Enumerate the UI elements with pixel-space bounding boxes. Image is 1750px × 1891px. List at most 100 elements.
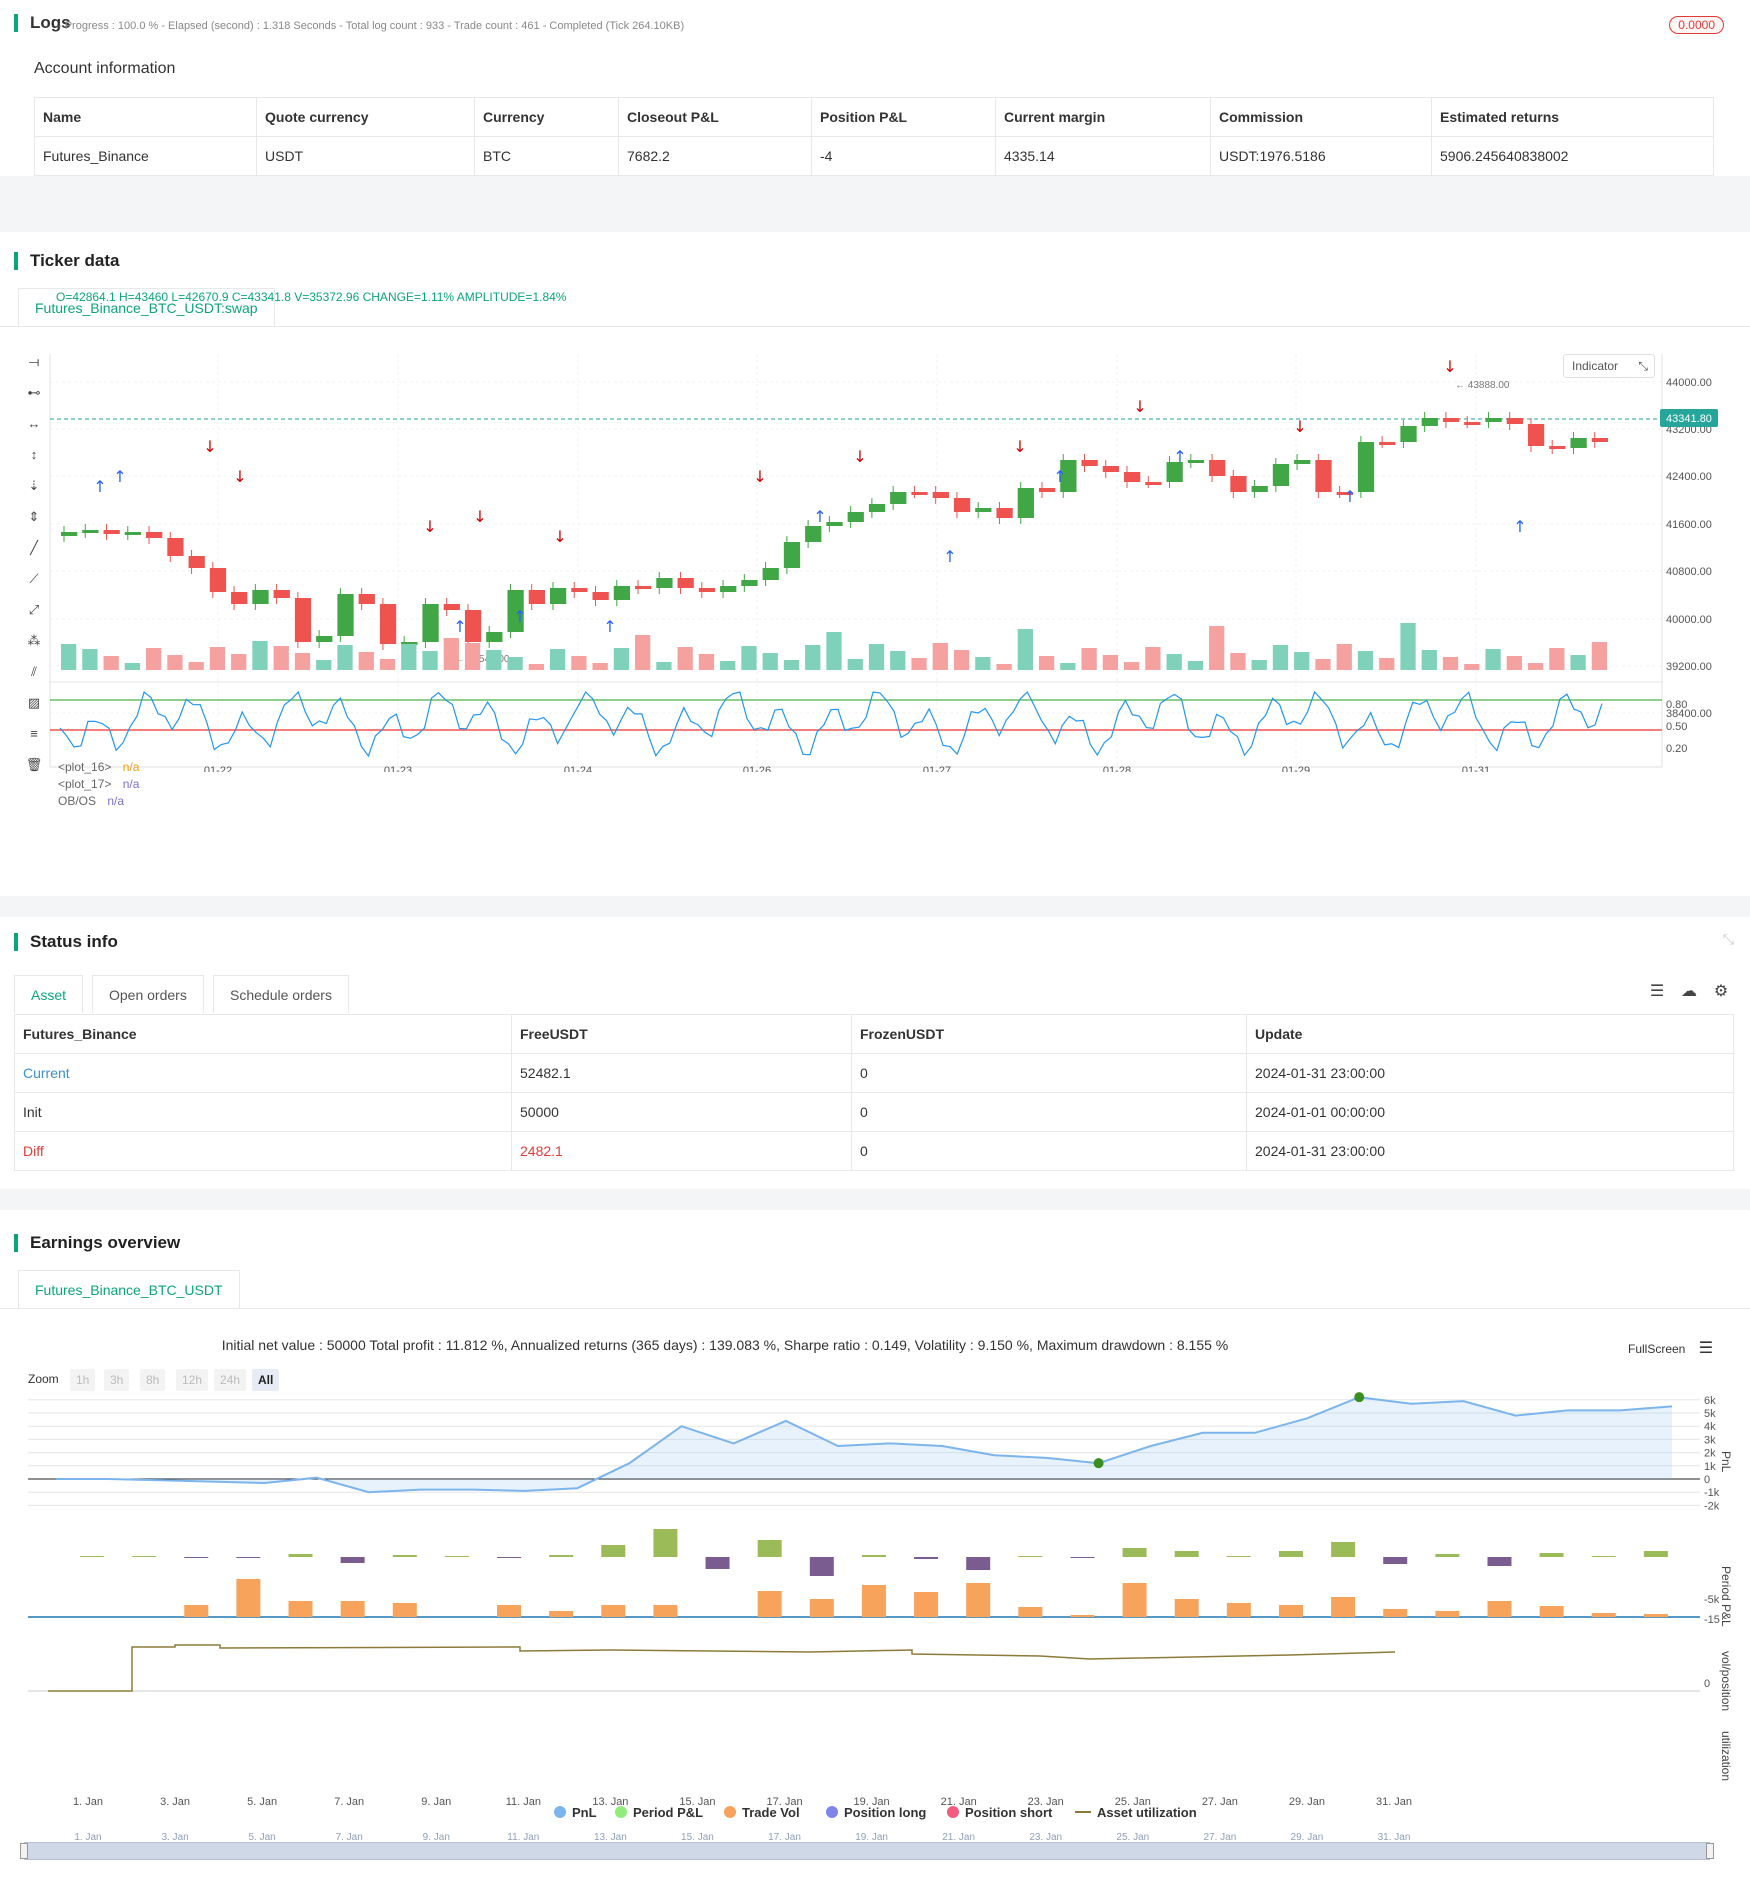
navigator[interactable] [24, 1842, 1710, 1860]
price-tick-label: 40000.00 [1666, 614, 1712, 626]
volume-bar [1145, 647, 1161, 670]
cloud-download-icon[interactable]: ☁ [1678, 980, 1700, 1002]
candle-body [762, 568, 779, 580]
period-pnl-bar [184, 1557, 209, 1558]
legend-trade-vol[interactable]: Trade Vol [724, 1805, 800, 1820]
zoom-24h-button[interactable]: 24h [214, 1369, 247, 1391]
period-pnl-bar [1435, 1554, 1460, 1557]
candle-body [252, 590, 269, 604]
col-header: Update [1246, 1014, 1734, 1054]
volume-bar [953, 650, 970, 670]
volume-bar [1081, 648, 1097, 670]
navigator-handle-right[interactable] [1706, 1843, 1714, 1859]
legend-position-long[interactable]: Position long [826, 1805, 926, 1820]
legend-dot [615, 1806, 627, 1818]
col-header: Estimated returns [1431, 97, 1714, 137]
candle-body [1570, 438, 1587, 448]
col-header: Commission [1210, 97, 1432, 137]
zoom-8h-button[interactable]: 8h [140, 1369, 166, 1391]
zoom-all-button[interactable]: All [252, 1369, 280, 1391]
trade-vol-bar [549, 1611, 574, 1617]
time-tick-label: 01-22 [204, 765, 232, 772]
volume-bar [911, 658, 927, 670]
col-header: Name [34, 97, 257, 137]
legend-asset-utilization[interactable]: Asset utilization [1075, 1805, 1197, 1820]
candle-body [486, 632, 503, 642]
zoom-label: Zoom [28, 1372, 59, 1386]
zoom-3h-button[interactable]: 3h [104, 1369, 130, 1391]
osc-tick-label: 0.80 [1666, 699, 1687, 711]
table-cell: 2482.1 [511, 1131, 852, 1171]
list-icon[interactable]: ☰ [1646, 980, 1668, 1002]
period-pnl-bar [392, 1555, 417, 1557]
period-pnl-bar [809, 1557, 834, 1576]
volume-bar [762, 653, 778, 670]
navigator-handle-left[interactable] [20, 1843, 28, 1859]
table-cell: 50000 [511, 1092, 852, 1132]
price-tick-label: 42400.00 [1666, 471, 1712, 483]
volume-bar [847, 659, 863, 670]
volume-bar [124, 663, 141, 670]
table-cell: Diff [14, 1131, 512, 1171]
trade-vol-bar [861, 1585, 886, 1617]
logs-card: Logs - Progress : 100.0 % - Elapsed (sec… [0, 0, 1750, 176]
candle-body [1145, 482, 1162, 485]
candle-body [1272, 464, 1290, 486]
candle-body [1400, 426, 1417, 442]
volume-bar [528, 664, 544, 670]
period-pnl-bar [757, 1540, 782, 1557]
zoom-1h-button[interactable]: 1h [70, 1369, 96, 1391]
price-tick-label: 44000.00 [1666, 377, 1712, 389]
ticker-chart[interactable]: 44000.0043200.0042400.0041600.0040800.00… [0, 342, 1750, 772]
table-row: Diff 2482.1 0 2024-01-31 23:00:00 [14, 1131, 1734, 1171]
candle-body [1038, 488, 1056, 492]
collapse-icon[interactable]: ⤡ [1723, 931, 1734, 948]
volume-bar [1209, 626, 1225, 670]
candle-body [188, 556, 205, 568]
short-arrow-icon: ↓ [233, 467, 246, 486]
col-header: FrozenUSDT [851, 1014, 1247, 1054]
low-marker-label: ← 38545.00 [455, 654, 510, 665]
candle-body [890, 492, 907, 504]
tab-underline [0, 326, 1750, 327]
vol-tick-label: -15 [1704, 1614, 1720, 1626]
volume-bar [1527, 663, 1544, 670]
candle-body [1102, 466, 1120, 472]
settings-gear-icon[interactable]: ⚙ [1710, 980, 1732, 1002]
volume-bar [868, 644, 885, 670]
volume-bar [1549, 648, 1565, 670]
volume-bar [1272, 645, 1289, 670]
high-marker-label: ← 43888.00 [1455, 380, 1510, 391]
period-pnl-bar [1643, 1551, 1668, 1557]
volume-bar [294, 653, 311, 670]
volume-bar [1357, 651, 1374, 670]
pnl-tick-label: -2k [1704, 1500, 1720, 1512]
candle-body [1591, 438, 1608, 442]
candle-body [953, 498, 971, 512]
trade-vol-bar [1539, 1606, 1564, 1617]
tab-asset[interactable]: Asset [14, 975, 84, 1013]
trade-vol-bar [1226, 1603, 1251, 1617]
oscillator-line [59, 690, 1603, 758]
tab-schedule-orders[interactable]: Schedule orders [213, 975, 349, 1013]
tab-earnings-symbol[interactable]: Futures_Binance_BTC_USDT [18, 1270, 240, 1308]
trade-vol-bar [653, 1605, 678, 1617]
x-tick-label: 5. Jan [247, 1796, 277, 1808]
volume-bar [1166, 654, 1182, 670]
volume-bar [273, 646, 289, 670]
legend-dot [724, 1806, 736, 1818]
tab-open-orders[interactable]: Open orders [92, 975, 204, 1013]
fullscreen-button[interactable]: FullScreen ☰ [1628, 1338, 1713, 1358]
legend-position-short[interactable]: Position short [947, 1805, 1052, 1820]
legend-period-pnl[interactable]: Period P&L [615, 1805, 703, 1820]
volume-bar [1251, 660, 1267, 670]
trade-vol-bar [1122, 1583, 1147, 1617]
volume-bar [1400, 623, 1416, 670]
axis-title: utilization [1719, 1731, 1733, 1781]
legend-pnl[interactable]: PnL [554, 1805, 597, 1820]
short-arrow-icon: ↓ [1443, 357, 1456, 376]
candle-body [1527, 424, 1545, 446]
volume-bar [1124, 662, 1140, 670]
period-pnl-bar [914, 1557, 939, 1559]
zoom-12h-button[interactable]: 12h [176, 1369, 209, 1391]
